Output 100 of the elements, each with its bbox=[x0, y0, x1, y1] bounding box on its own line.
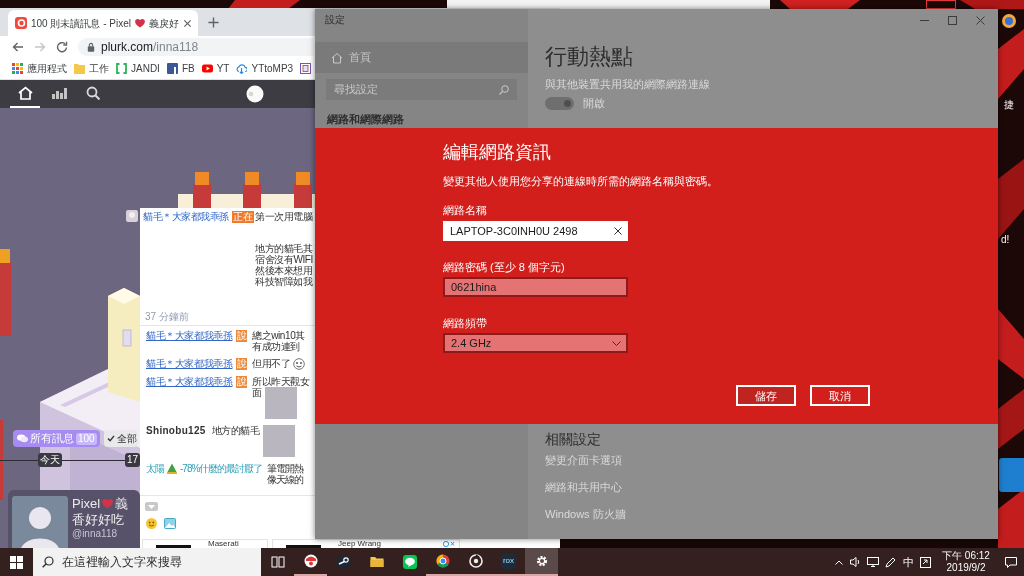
author-name[interactable]: Shinobu125 bbox=[146, 425, 206, 436]
chevron-down-icon bbox=[612, 340, 621, 346]
caret-icon bbox=[148, 504, 155, 509]
smiley-icon bbox=[146, 518, 157, 529]
address-bar[interactable]: plurk.com/inna118 bbox=[78, 38, 314, 56]
post-text: 科技智障如我 bbox=[255, 276, 313, 287]
qualifier-badge: 正在 bbox=[232, 211, 254, 223]
lock-icon bbox=[87, 42, 95, 52]
photo-placeholder bbox=[286, 545, 321, 548]
task-view-icon bbox=[270, 555, 285, 569]
profile-name: Pixel bbox=[72, 496, 101, 511]
post-text: 宿舍沒有WIFI bbox=[255, 254, 313, 265]
ad-info-icon bbox=[443, 541, 455, 547]
qualifier-badge: 說 bbox=[236, 376, 247, 388]
status-text: -78%什麼的最討厭了 bbox=[180, 463, 263, 474]
toggle-knob-icon bbox=[564, 99, 571, 107]
mountain-icon bbox=[167, 463, 177, 474]
avatar-silhouette bbox=[12, 496, 68, 548]
search-icon bbox=[499, 84, 509, 95]
post-text: 然後本來想用 bbox=[255, 265, 313, 276]
play-button-icon bbox=[201, 63, 213, 74]
toggle-label: 開啟 bbox=[583, 96, 605, 110]
windows-logo-icon bbox=[10, 555, 23, 569]
bookmark-link[interactable]: YTtoMP3 bbox=[236, 62, 294, 75]
cloud-download-icon bbox=[236, 63, 248, 74]
chevron-up-icon bbox=[834, 559, 843, 565]
speech-bubble-icon bbox=[402, 555, 417, 569]
close-icon bbox=[975, 15, 985, 25]
taskbar-search-field[interactable]: 在這裡輸入文字來搜尋 bbox=[33, 548, 261, 576]
comment-text: 筆電開熱 bbox=[267, 463, 304, 474]
input-field[interactable]: 0621hina bbox=[443, 277, 628, 297]
comment-text: 地方的貓毛 bbox=[211, 425, 260, 436]
post-text: 第一次用電腦 bbox=[255, 211, 313, 222]
search-icon bbox=[85, 86, 101, 100]
input-field[interactable]: LAPTOP-3C0INH0U 2498 bbox=[443, 221, 628, 241]
site-icon bbox=[15, 17, 27, 29]
pen-icon bbox=[885, 556, 896, 568]
ring-icon bbox=[468, 554, 483, 568]
author-name[interactable]: 貓毛＊大家都我乖孫 bbox=[143, 211, 229, 222]
page-description: 與其他裝置共用我的網際網路連線 bbox=[545, 77, 710, 91]
dialog-description: 變更其他人使用您分享的連線時所需的網路名稱與密碼。 bbox=[443, 174, 718, 188]
heart-icon bbox=[102, 498, 114, 509]
ime-button[interactable]: 中 bbox=[899, 548, 917, 576]
bookmark-link[interactable]: 工作 bbox=[74, 62, 109, 75]
bookmark-link[interactable]: JANDI bbox=[116, 62, 160, 75]
dialog-button[interactable]: 儲存 bbox=[736, 385, 796, 406]
maximize-icon bbox=[947, 15, 957, 25]
bookmark-link[interactable] bbox=[300, 63, 312, 74]
clear-icon bbox=[614, 227, 622, 235]
window-title: 設定 bbox=[324, 13, 345, 27]
framed-square-icon bbox=[300, 63, 312, 74]
toggle-switch[interactable] bbox=[545, 96, 574, 110]
folder-icon bbox=[74, 63, 85, 74]
comment-text: 所以昨天觀女 bbox=[252, 376, 310, 387]
desktop-label: 捷 bbox=[1004, 99, 1014, 111]
field-label: 網路頻帶 bbox=[443, 316, 487, 330]
forward-icon bbox=[34, 41, 46, 53]
tower-drawing bbox=[294, 172, 312, 210]
bar-chart-icon bbox=[51, 86, 67, 100]
ad-title: Jeep Wrang bbox=[338, 540, 381, 548]
notification-icon bbox=[1005, 556, 1017, 568]
author-link[interactable]: 貓毛＊大家都我乖孫 bbox=[146, 330, 234, 341]
heart-icon bbox=[135, 18, 146, 28]
comment-text: 面 bbox=[252, 387, 262, 398]
close-icon bbox=[183, 18, 193, 28]
count-badge: 100 bbox=[76, 432, 97, 445]
clock-date: 2019/9/2 bbox=[946, 562, 986, 574]
bookmark-link[interactable]: FB bbox=[166, 62, 195, 75]
avatar-icon bbox=[126, 210, 138, 222]
profile-name: 義 bbox=[115, 496, 129, 511]
new-tab-icon bbox=[208, 17, 219, 28]
gear-icon bbox=[534, 554, 549, 568]
round-badge-icon bbox=[303, 554, 318, 568]
photo-placeholder bbox=[156, 545, 191, 548]
mark-all-button[interactable]: 全部 bbox=[103, 430, 138, 447]
author-link[interactable]: 貓毛＊大家都我乖孫 bbox=[146, 358, 234, 369]
dialog-button[interactable]: 取消 bbox=[810, 385, 870, 406]
speaker-icon bbox=[850, 557, 861, 567]
profile-handle: @inna118 bbox=[72, 528, 118, 540]
dialog-title: 編輯網路資訊 bbox=[443, 141, 551, 163]
desktop-label: d! bbox=[1001, 234, 1010, 246]
bookmark-link[interactable]: 應用程式 bbox=[12, 62, 67, 75]
app-logo: rox bbox=[500, 553, 517, 569]
field-label: 網路密碼 (至少 8 個字元) bbox=[443, 260, 565, 274]
author-link[interactable]: 貓毛＊大家都我乖孫 bbox=[146, 376, 234, 387]
qualifier-badge: 說 bbox=[236, 358, 247, 370]
tower-drawing bbox=[193, 172, 211, 210]
search-icon bbox=[42, 556, 54, 568]
comment-text: 像天線的 bbox=[267, 474, 304, 485]
sidebar-heading: 網路和網際網路 bbox=[325, 112, 404, 126]
section-heading: 相關設定 bbox=[545, 430, 601, 448]
photo-placeholder bbox=[262, 425, 295, 457]
tower-drawing bbox=[243, 172, 261, 210]
taskbar-app[interactable] bbox=[525, 548, 558, 576]
bookmark-link[interactable]: YT bbox=[201, 62, 230, 75]
browser-tab[interactable]: 100 則未讀訊息 - Pixel 義戾好 bbox=[8, 10, 198, 36]
timeline-label: 今天 bbox=[38, 453, 62, 467]
dropdown-field[interactable]: 2.4 GHz bbox=[443, 333, 628, 353]
minimize-icon bbox=[919, 19, 929, 21]
avatar-icon bbox=[246, 85, 264, 103]
